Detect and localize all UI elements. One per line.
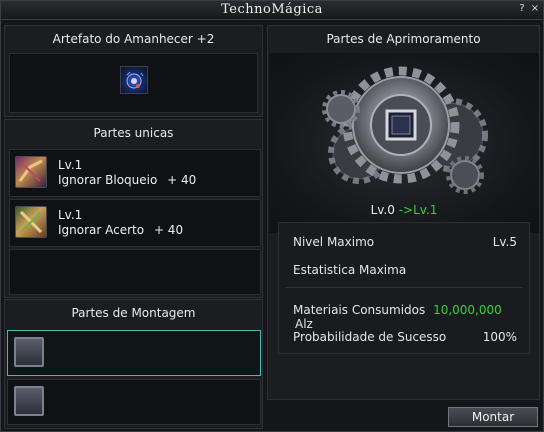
stats-divider <box>285 287 523 288</box>
unique-part-stat: Ignorar Acerto <box>58 223 145 237</box>
unique-part-value: + 40 <box>167 173 197 187</box>
upgrade-parts-panel: Partes de Aprimoramento Lv.0 ->Lv.1 Nive… <box>267 25 540 400</box>
list-item[interactable]: Lv.1 Ignorar Acerto + 40 <box>9 199 261 247</box>
montar-button[interactable]: Montar <box>448 407 538 427</box>
mount-slot-row[interactable] <box>7 379 261 425</box>
materials-unit: Alz <box>295 317 313 331</box>
unique-part-level: Lv.1 <box>58 208 83 222</box>
level-progress-text: Lv.0 ->Lv.1 <box>269 203 539 217</box>
success-label: Probabilidade de Sucesso <box>293 330 447 344</box>
unique-part-stat-line: Ignorar Acerto + 40 <box>58 223 183 238</box>
unique-parts-title: Partes unicas <box>93 126 174 140</box>
mount-slot-row-selected[interactable] <box>7 330 261 376</box>
gear-display: Lv.0 ->Lv.1 <box>269 53 539 233</box>
level-arrow: -> <box>398 203 414 217</box>
list-item[interactable]: Lv.1 Ignorar Bloqueio + 40 <box>9 149 261 197</box>
mount-slot-icon[interactable] <box>14 386 44 416</box>
unique-part-level: Lv.1 <box>58 158 83 172</box>
max-level-row: Nivel Maximo Lv.5 <box>293 235 517 249</box>
title-bar[interactable]: TechnoMágica ? × <box>1 1 543 20</box>
list-item[interactable] <box>9 249 261 295</box>
mount-parts-panel: Partes de Montagem <box>4 299 263 429</box>
technomagica-window: TechnoMágica ? × Artefato do Amanhecer +… <box>0 0 544 432</box>
stats-box: Nivel Maximo Lv.5 Estatistica Maxima Mat… <box>278 222 530 354</box>
max-stat-row: Estatistica Maxima <box>293 263 517 277</box>
artifact-title: Artefato do Amanhecer +2 <box>52 32 215 46</box>
artifact-slot <box>9 53 258 113</box>
mount-slot-icon[interactable] <box>14 337 44 367</box>
max-stat-label: Estatistica Maxima <box>293 263 407 277</box>
upgrade-parts-title: Partes de Aprimoramento <box>326 32 481 46</box>
max-level-value: Lv.5 <box>492 235 517 249</box>
gears-illustration <box>322 66 488 194</box>
bloqueio-part-icon <box>15 156 47 188</box>
success-value: 100% <box>482 330 517 344</box>
success-row: Probabilidade de Sucesso 100% <box>293 330 517 344</box>
level-to: Lv.1 <box>413 203 438 217</box>
materials-row: Materiais Consumidos 10,000,000 Alz <box>293 303 517 331</box>
unique-part-stat: Ignorar Bloqueio <box>58 173 158 187</box>
level-from: Lv.0 <box>370 203 395 217</box>
materials-label: Materiais Consumidos <box>293 303 426 317</box>
help-icon[interactable]: ? <box>516 3 528 15</box>
window-title: TechnoMágica <box>221 2 323 17</box>
unique-part-value: + 40 <box>153 223 184 237</box>
unique-part-stat-line: Ignorar Bloqueio + 40 <box>58 173 196 188</box>
artifact-panel: Artefato do Amanhecer +2 <box>4 25 263 117</box>
unique-parts-panel: Partes unicas Lv.1 Ignorar Bloqueio + 40… <box>4 119 263 298</box>
mount-parts-title: Partes de Montagem <box>71 306 196 320</box>
materials-value: 10,000,000 <box>433 303 502 317</box>
max-level-label: Nivel Maximo <box>293 235 375 249</box>
acerto-part-icon <box>15 206 47 238</box>
artifact-icon[interactable] <box>120 66 148 94</box>
close-icon[interactable]: × <box>529 3 541 15</box>
